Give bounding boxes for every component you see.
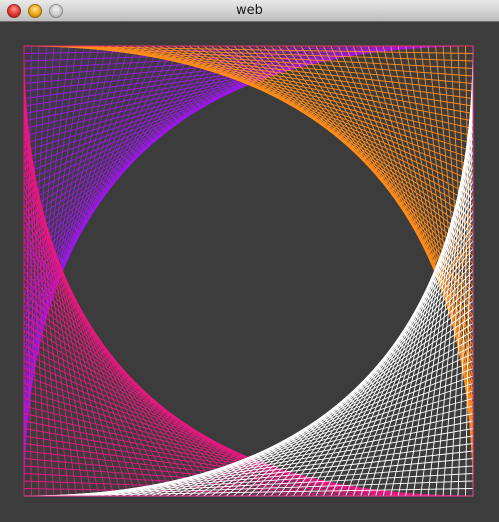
string-art xyxy=(23,45,474,497)
title-bar[interactable]: web xyxy=(0,0,499,22)
sketch-canvas xyxy=(0,22,499,522)
window-title: web xyxy=(236,3,263,18)
app-window: web xyxy=(0,0,499,522)
